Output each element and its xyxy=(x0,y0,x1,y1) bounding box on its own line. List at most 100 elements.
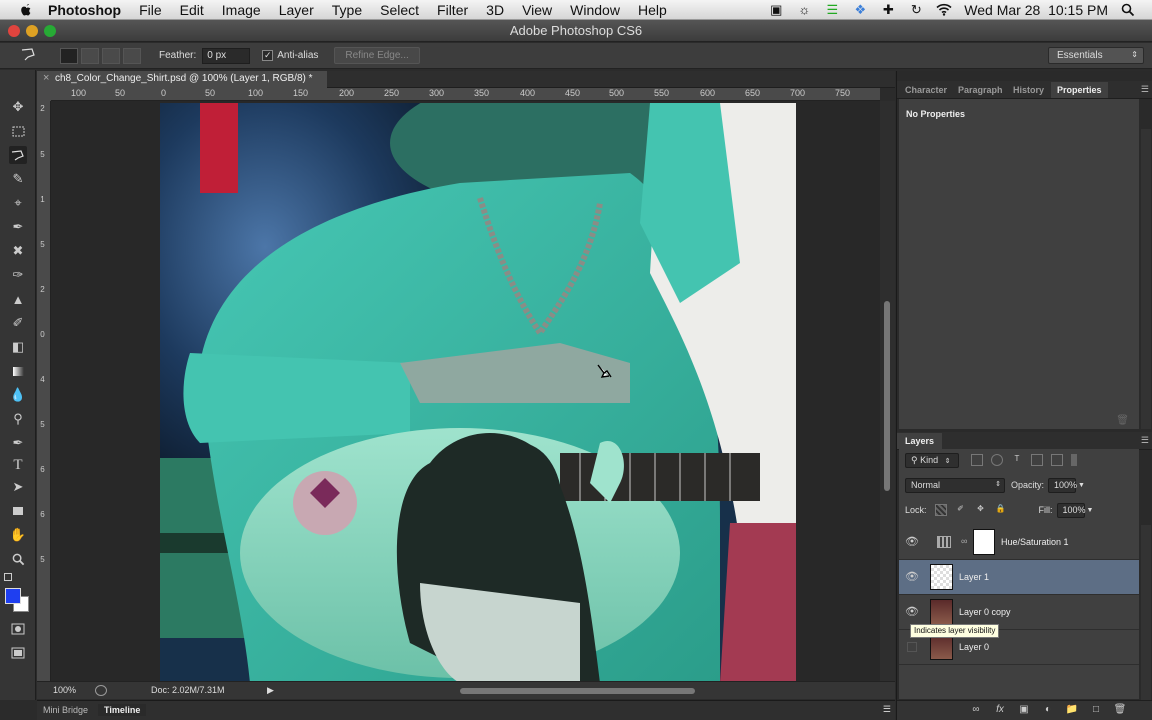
eye-visibility-icon[interactable]: 👁 xyxy=(905,570,919,584)
delete-layer-icon[interactable]: 🗑 xyxy=(1113,704,1127,718)
opacity-dropdown-icon[interactable]: ▼ xyxy=(1078,482,1085,489)
wifi-icon[interactable] xyxy=(936,3,952,17)
menu-image[interactable]: Image xyxy=(222,2,261,18)
menu-select[interactable]: Select xyxy=(380,2,419,18)
marquee-tool-icon[interactable] xyxy=(9,122,27,140)
foreground-color-swatch[interactable] xyxy=(5,588,21,604)
crop-tool-icon[interactable]: ⌖ xyxy=(9,194,27,212)
brightness-icon[interactable]: ☼ xyxy=(796,3,812,17)
lock-transparent-icon[interactable] xyxy=(934,504,947,516)
menu-help[interactable]: Help xyxy=(638,2,667,18)
default-colors-icon[interactable] xyxy=(4,573,12,581)
tab-paragraph[interactable]: Paragraph xyxy=(958,85,1003,95)
apple-logo-icon[interactable] xyxy=(18,2,34,18)
rectangle-tool-icon[interactable] xyxy=(9,502,27,520)
lock-position-icon[interactable]: ✥ xyxy=(975,504,987,516)
close-document-icon[interactable]: × xyxy=(43,72,49,84)
screen-mode-icon[interactable] xyxy=(9,644,27,662)
layer-name[interactable]: Layer 0 xyxy=(959,642,989,652)
layers-scrollbar[interactable] xyxy=(1141,525,1151,700)
path-selection-tool-icon[interactable]: ➤ xyxy=(9,478,27,496)
adjustment-layer-filter-icon[interactable] xyxy=(991,454,1003,466)
document-tab[interactable]: × ch8_Color_Change_Shirt.psd @ 100% (Lay… xyxy=(37,71,327,88)
move-tool-icon[interactable]: ✥ xyxy=(9,98,27,116)
sync-icon[interactable]: ↻ xyxy=(908,3,924,17)
menu-type[interactable]: Type xyxy=(332,2,362,18)
tab-properties[interactable]: Properties xyxy=(1051,82,1108,98)
new-adjustment-layer-icon[interactable]: ◐ xyxy=(1041,704,1055,718)
search-icon[interactable] xyxy=(1120,3,1136,17)
menu-edit[interactable]: Edit xyxy=(180,2,204,18)
panel-menu-icon[interactable]: ☰ xyxy=(1141,435,1149,446)
blend-mode-select[interactable]: Normal ⇕ xyxy=(905,477,1005,493)
layer-name[interactable]: Layer 1 xyxy=(959,572,989,582)
new-selection-mode-button[interactable] xyxy=(60,47,78,64)
tab-layers[interactable]: Layers xyxy=(897,433,943,449)
brush-tool-icon[interactable]: ✑ xyxy=(9,266,27,284)
clone-stamp-tool-icon[interactable]: ▲ xyxy=(9,290,27,308)
new-layer-icon[interactable]: □ xyxy=(1089,704,1103,718)
zoom-level[interactable]: 100% xyxy=(53,685,76,695)
play-arrow-icon[interactable]: ▶ xyxy=(267,685,274,696)
fill-input[interactable]: 100% xyxy=(1056,502,1086,518)
workspace-select[interactable]: Essentials ⇕ xyxy=(1048,47,1144,64)
add-selection-mode-button[interactable] xyxy=(81,47,99,64)
layer-filter-select[interactable]: ⚲ Kind ⇕ xyxy=(905,452,959,468)
filter-toggle-icon[interactable] xyxy=(1071,454,1077,466)
opacity-input[interactable]: 100% xyxy=(1048,477,1077,493)
vertical-ruler[interactable]: 2 5 1 5 2 0 4 5 6 6 5 xyxy=(37,101,51,681)
intersect-selection-mode-button[interactable] xyxy=(123,47,141,64)
layer-style-fx-icon[interactable]: fx xyxy=(993,704,1007,718)
menu-filter[interactable]: Filter xyxy=(437,2,468,18)
quick-selection-tool-icon[interactable]: ✎ xyxy=(9,170,27,188)
panel-menu-icon[interactable]: ☰ xyxy=(883,704,891,715)
menu-clock[interactable]: Wed Mar 28 10:15 PM xyxy=(964,2,1108,18)
menu-layer[interactable]: Layer xyxy=(279,2,314,18)
layer-mask-thumbnail[interactable] xyxy=(973,529,995,555)
hidden-visibility-box[interactable] xyxy=(907,642,917,652)
camera-icon[interactable]: ▣ xyxy=(768,3,784,17)
layer-name[interactable]: Hue/Saturation 1 xyxy=(1001,537,1069,547)
smart-object-filter-icon[interactable] xyxy=(1051,454,1063,466)
battery-bars-icon[interactable]: ☰ xyxy=(824,3,840,17)
vertical-scroll-thumb[interactable] xyxy=(884,301,890,491)
type-tool-icon[interactable]: T xyxy=(9,456,27,474)
mini-bridge-tab[interactable]: Mini Bridge xyxy=(37,704,94,716)
menu-3d[interactable]: 3D xyxy=(486,2,504,18)
add-mask-icon[interactable]: ▣ xyxy=(1017,704,1031,718)
shape-layer-filter-icon[interactable] xyxy=(1031,454,1043,466)
hand-tool-icon[interactable]: ✋ xyxy=(9,526,27,544)
gradient-tool-icon[interactable] xyxy=(9,362,27,380)
lock-all-icon[interactable]: 🔒 xyxy=(995,504,1007,516)
timeline-tab[interactable]: Timeline xyxy=(98,704,147,716)
document-image[interactable] xyxy=(160,103,796,681)
blur-tool-icon[interactable]: 💧 xyxy=(9,386,27,404)
menu-photoshop[interactable]: Photoshop xyxy=(48,2,121,18)
chain-link-icon[interactable]: ∞ xyxy=(961,536,967,546)
menu-window[interactable]: Window xyxy=(570,2,620,18)
feather-input[interactable]: 0 px xyxy=(202,47,251,64)
eye-visibility-icon[interactable]: 👁 xyxy=(905,605,919,619)
menu-file[interactable]: File xyxy=(139,2,162,18)
fill-dropdown-icon[interactable]: ▼ xyxy=(1087,507,1094,514)
layer-name[interactable]: Layer 0 copy xyxy=(959,607,1011,617)
zoom-tool-icon[interactable] xyxy=(9,550,27,568)
dodge-tool-icon[interactable]: ⚲ xyxy=(9,410,27,428)
type-layer-filter-icon[interactable]: T xyxy=(1011,454,1023,466)
polygonal-lasso-icon[interactable] xyxy=(20,47,36,64)
subtract-selection-mode-button[interactable] xyxy=(102,47,120,64)
eye-visibility-icon[interactable]: 👁 xyxy=(905,535,919,549)
eyedropper-tool-icon[interactable]: ✒ xyxy=(9,218,27,236)
eraser-tool-icon[interactable]: ◧ xyxy=(9,338,27,356)
pixel-layer-filter-icon[interactable] xyxy=(971,454,983,466)
link-layers-icon[interactable]: ∞ xyxy=(969,704,983,718)
properties-scrollbar[interactable] xyxy=(1141,129,1151,429)
panel-menu-icon[interactable]: ☰ xyxy=(1141,84,1149,95)
trash-icon[interactable]: 🗑 xyxy=(1116,415,1129,426)
canvas-area[interactable] xyxy=(51,101,880,681)
lock-image-icon[interactable]: ✐ xyxy=(955,504,967,516)
healing-brush-tool-icon[interactable]: ✖ xyxy=(9,242,27,260)
dropbox-icon[interactable]: ❖ xyxy=(852,3,868,17)
menu-view[interactable]: View xyxy=(522,2,552,18)
layer-row-hue-saturation[interactable]: 👁 ∞ Hue/Saturation 1 xyxy=(899,525,1139,560)
